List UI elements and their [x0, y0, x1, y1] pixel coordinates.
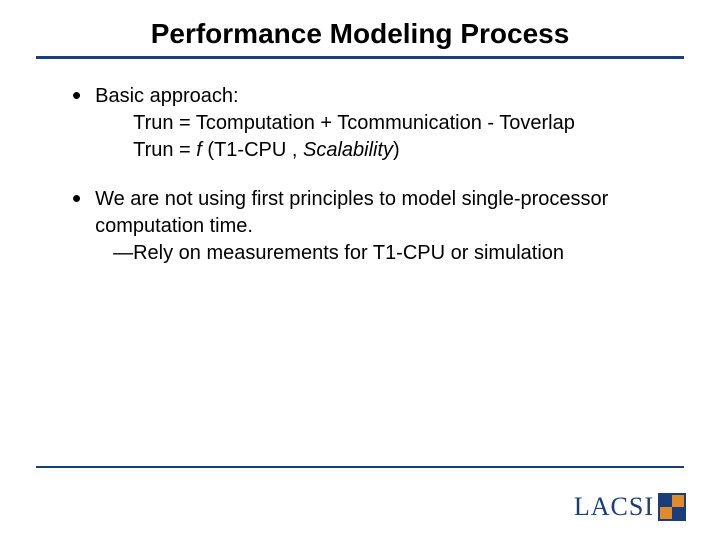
b1l2-ital2: Scalability [303, 139, 393, 161]
bullet-1-lead: Basic approach: [95, 85, 238, 107]
bullet-2-sub: —Rely on measurements for T1-CPU or simu… [95, 240, 664, 267]
bullet-2-body: We are not using first principles to mod… [95, 186, 664, 267]
slide: Performance Modeling Process • Basic app… [0, 0, 720, 540]
b1l2-suffix: ) [393, 139, 400, 161]
logo: LACSI [574, 492, 686, 522]
bullet-2: • We are not using first principles to m… [72, 186, 664, 267]
b1l2-prefix: Trun = [133, 139, 196, 161]
logo-text: LACSI [574, 492, 654, 522]
bullet-1: • Basic approach: Trun = Tcomputation + … [72, 83, 664, 164]
bullet-2-lead: We are not using first principles to mod… [95, 188, 608, 237]
slide-title: Performance Modeling Process [143, 18, 578, 50]
b1l2-ital1: f [196, 139, 207, 161]
b1l2-mid: (T1-CPU , [207, 139, 303, 161]
footer-rule [36, 466, 684, 468]
slide-body: • Basic approach: Trun = Tcomputation + … [0, 59, 720, 267]
bullet-1-line-2: Trun = f (T1-CPU , Scalability) [95, 137, 664, 164]
bullet-dot-icon: • [72, 188, 81, 267]
title-area: Performance Modeling Process [0, 0, 720, 59]
bullet-1-body: Basic approach: Trun = Tcomputation + Tc… [95, 83, 664, 164]
bullet-dot-icon: • [72, 85, 81, 164]
bullet-1-line-1: Trun = Tcomputation + Tcommunication - T… [95, 110, 664, 137]
logo-mark-icon [658, 493, 686, 521]
